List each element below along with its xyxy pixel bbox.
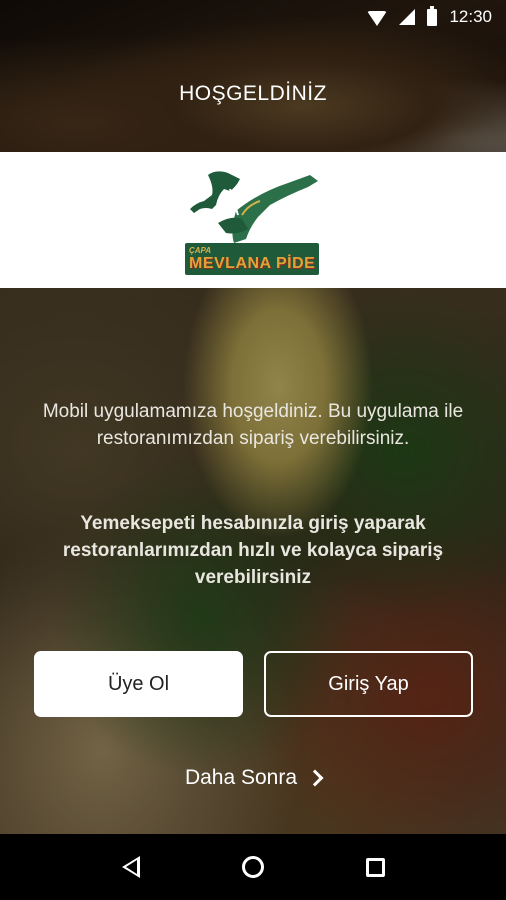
logo-main-text: MEVLANA PİDE bbox=[189, 255, 316, 272]
restaurant-logo: ÇAPA MEVLANA PİDE bbox=[178, 165, 328, 275]
status-bar: 12:30 bbox=[0, 0, 506, 34]
back-icon bbox=[122, 856, 140, 878]
chevron-right-icon bbox=[306, 769, 324, 787]
login-info-text: Yemeksepeti hesabınızla giriş yaparak re… bbox=[62, 513, 444, 588]
signal-icon bbox=[399, 9, 416, 25]
logo-figure-icon bbox=[190, 171, 318, 243]
status-time: 12:30 bbox=[449, 7, 492, 26]
later-link[interactable]: Daha Sonra bbox=[0, 766, 506, 790]
logo-sub-text: ÇAPA bbox=[189, 246, 212, 255]
recents-icon bbox=[365, 857, 385, 877]
later-link-label: Daha Sonra bbox=[184, 766, 298, 789]
main-panel: Mobil uygulamamıza hoşgeldiniz. Bu uygul… bbox=[0, 288, 506, 834]
logo-band: ÇAPA MEVLANA PİDE bbox=[0, 152, 506, 288]
register-button[interactable]: Üye Ol bbox=[34, 651, 243, 717]
home-icon bbox=[242, 856, 264, 878]
home-button[interactable] bbox=[233, 847, 273, 887]
page-title: HOŞGELDİNİZ bbox=[179, 82, 327, 105]
back-button[interactable] bbox=[111, 847, 151, 887]
wifi-icon bbox=[367, 10, 388, 26]
header: 12:30 HOŞGELDİNİZ bbox=[0, 0, 506, 152]
recents-button[interactable] bbox=[355, 847, 395, 887]
battery-icon bbox=[427, 5, 438, 26]
navigation-bar bbox=[0, 834, 506, 900]
login-button[interactable]: Giriş Yap bbox=[264, 651, 473, 717]
welcome-text: Mobil uygulamamıza hoşgeldiniz. Bu uygul… bbox=[42, 401, 464, 449]
logo-plate: ÇAPA MEVLANA PİDE bbox=[185, 243, 319, 275]
main-content: Mobil uygulamamıza hoşgeldiniz. Bu uygul… bbox=[0, 288, 506, 834]
